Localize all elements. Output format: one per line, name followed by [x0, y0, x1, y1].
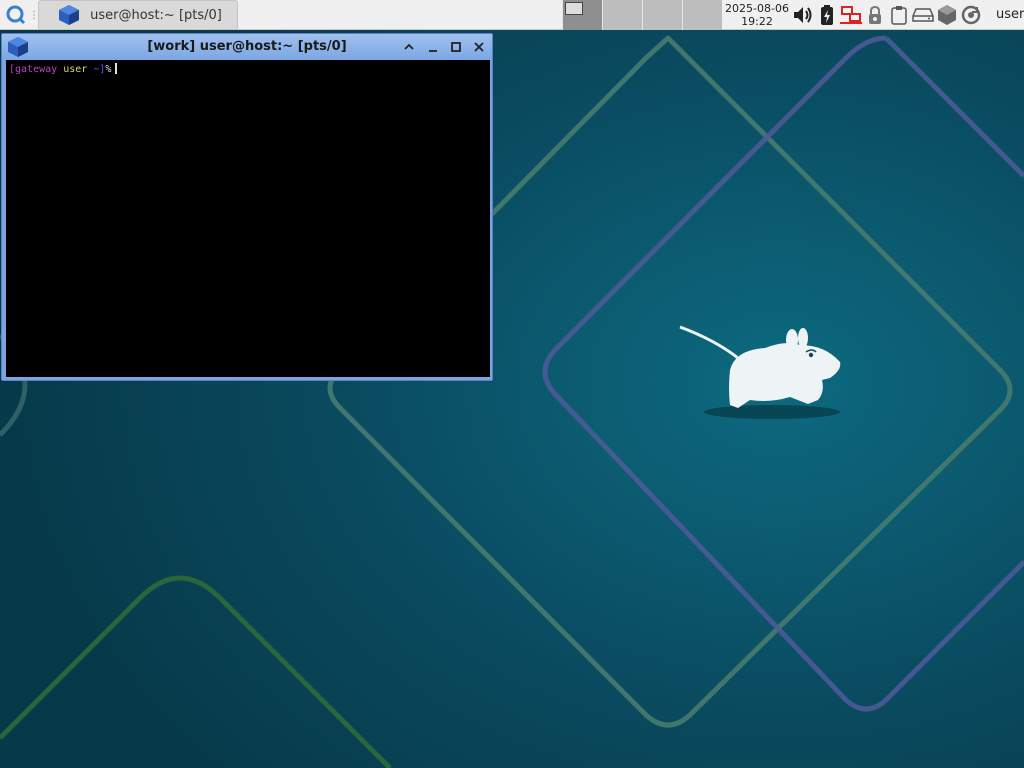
minimize-icon — [429, 50, 437, 52]
terminal-app-icon — [59, 5, 80, 25]
workspace-3[interactable] — [642, 0, 682, 30]
clock[interactable]: 2025-08-06 19:22 — [723, 0, 791, 30]
panel-handle[interactable]: ⋮ — [29, 0, 39, 30]
shell-prompt: [gateway user ~]% — [9, 63, 118, 75]
workspace-pager — [562, 0, 722, 30]
updates-icon[interactable] — [959, 0, 983, 30]
system-tray — [791, 0, 983, 30]
lock-icon[interactable] — [863, 0, 887, 30]
prompt-user: user — [63, 64, 88, 75]
drive-icon[interactable] — [911, 0, 935, 30]
chevron-up-icon — [404, 43, 414, 50]
terminal-window: [work] user@host:~ [pts/0] [gateway user… — [1, 33, 493, 381]
window-titlebar[interactable]: [work] user@host:~ [pts/0] — [2, 34, 492, 60]
prompt-symbol: % — [105, 64, 112, 75]
close-icon — [474, 42, 484, 52]
close-button[interactable] — [469, 37, 489, 57]
clock-date: 2025-08-06 — [725, 2, 789, 15]
volume-icon[interactable] — [791, 0, 815, 30]
user-menu[interactable]: user — [996, 0, 1024, 30]
menu-icon — [6, 5, 26, 25]
clock-time: 19:22 — [741, 15, 773, 28]
maximize-icon — [451, 42, 461, 52]
workspace-4[interactable] — [682, 0, 722, 30]
network-icon[interactable] — [839, 0, 863, 30]
taskbar-item-label: user@host:~ [pts/0] — [90, 7, 222, 23]
top-panel: ⋮ user@host:~ [pts/0] 2025-08-06 19:22 u… — [0, 0, 1024, 30]
prompt-host: [gateway — [9, 64, 58, 75]
workspace-2[interactable] — [602, 0, 642, 30]
shade-button[interactable] — [399, 37, 419, 57]
terminal-output[interactable]: [gateway user ~]% — [6, 60, 490, 377]
maximize-button[interactable] — [446, 37, 466, 57]
text-cursor — [115, 63, 118, 74]
clipboard-icon[interactable] — [887, 0, 911, 30]
minimize-button[interactable] — [423, 37, 443, 57]
package-icon[interactable] — [935, 0, 959, 30]
taskbar-item-terminal[interactable]: user@host:~ [pts/0] — [38, 0, 238, 30]
workspace-1[interactable] — [562, 0, 602, 30]
applications-menu-button[interactable] — [2, 0, 30, 30]
battery-icon[interactable] — [815, 0, 839, 30]
prompt-dir: ~] — [93, 64, 106, 75]
